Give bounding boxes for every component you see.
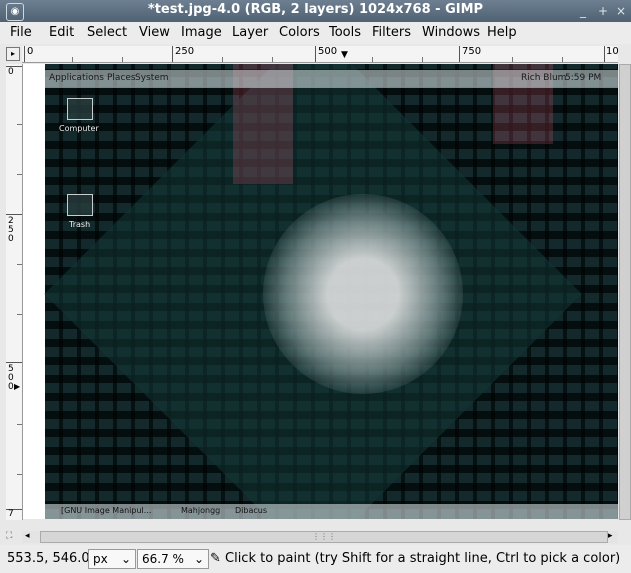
desktop-icon-label: Trash — [69, 220, 91, 229]
menu-windows[interactable]: Windows — [422, 25, 480, 40]
desktop-icon-label: Computer — [59, 124, 99, 133]
ruler-pointer-marker-icon: ▶ — [14, 382, 21, 391]
menu-bar: File Edit Select View Image Layer Colors… — [0, 22, 631, 44]
menu-edit[interactable]: Edit — [49, 25, 74, 40]
desktop-clock: 5:59 PM — [565, 73, 602, 83]
trash-icon — [67, 194, 93, 216]
swirl-center — [263, 194, 463, 394]
taskbar-item: Dibacus — [235, 506, 267, 515]
ruler-minor-tick — [372, 57, 373, 62]
ruler-minor-tick — [512, 57, 513, 62]
ruler-tick — [315, 46, 316, 62]
scroll-right-icon[interactable]: ▸ — [608, 531, 613, 542]
vertical-scrollbar[interactable] — [618, 64, 631, 520]
taskbar-item: [GNU Image Manipul... — [61, 506, 152, 515]
ruler-pointer-marker-icon: ▼ — [341, 50, 348, 60]
ruler-minor-tick — [17, 314, 22, 315]
menu-file[interactable]: File — [10, 25, 32, 40]
ruler-minor-tick — [17, 264, 22, 265]
ruler-minor-tick — [17, 124, 22, 125]
pointer-coordinates: 553.5, 546.0 — [7, 551, 90, 566]
ruler-label: 10 — [606, 46, 619, 57]
close-button[interactable]: × — [613, 3, 629, 19]
status-message: Click to paint (try Shift for a straight… — [225, 551, 621, 566]
quick-mask-toggle-icon[interactable]: ▸ — [6, 47, 20, 61]
ruler-label: 0 — [8, 67, 14, 77]
ruler-label: 250 — [8, 216, 14, 244]
zoom-value: 66.7 % — [142, 552, 184, 566]
desktop-user-name: Rich Blum — [521, 73, 567, 83]
unit-value: px — [93, 552, 108, 566]
ruler-minor-tick — [222, 57, 223, 62]
ruler-tick — [459, 46, 460, 62]
horizontal-ruler[interactable]: 0 250 500 ▼ 750 10 — [22, 46, 619, 63]
vertical-ruler[interactable]: 0 250 500 ▶ 7 — [6, 64, 23, 520]
ruler-label: 0 — [27, 46, 34, 57]
desktop-menu-applications: Applications — [49, 73, 104, 83]
scroll-left-icon[interactable]: ◂ — [25, 531, 30, 542]
menu-image[interactable]: Image — [181, 25, 222, 40]
ruler-minor-tick — [17, 424, 22, 425]
desktop-menu-places: Places — [107, 73, 136, 83]
chevron-down-icon: ⌄ — [193, 552, 204, 566]
menu-help[interactable]: Help — [487, 25, 517, 40]
ruler-minor-tick — [122, 57, 123, 62]
ruler-tick — [6, 362, 22, 363]
ruler-tick — [604, 46, 605, 62]
menu-filters[interactable]: Filters — [372, 25, 411, 40]
desktop-top-panel: Applications Places System Rich Blum 5:5… — [45, 70, 618, 88]
ruler-minor-tick — [422, 57, 423, 62]
paintbrush-icon: ✎ — [210, 551, 221, 566]
chevron-down-icon: ⌄ — [120, 552, 131, 566]
ruler-minor-tick — [17, 174, 22, 175]
unit-select[interactable]: px ⌄ — [88, 549, 136, 569]
maximize-button[interactable]: + — [595, 3, 611, 19]
ruler-label: 250 — [175, 46, 195, 57]
menu-view[interactable]: View — [139, 25, 170, 40]
zoom-select[interactable]: 66.7 % ⌄ — [137, 549, 209, 569]
horizontal-scroll-thumb[interactable]: ⋮⋮⋮ — [40, 531, 608, 543]
menu-tools[interactable]: Tools — [329, 25, 361, 40]
ruler-tick — [24, 46, 25, 62]
menu-colors[interactable]: Colors — [279, 25, 320, 40]
ruler-label: 750 — [462, 46, 482, 57]
vertical-scroll-thumb[interactable] — [619, 64, 631, 520]
desktop-bottom-panel: [GNU Image Manipul... Mahjongg Dibacus — [45, 504, 618, 519]
window-titlebar[interactable]: ◉ *test.jpg-4.0 (RGB, 2 layers) 1024x768… — [0, 0, 631, 22]
menu-layer[interactable]: Layer — [232, 25, 268, 40]
taskbar-item: Mahjongg — [181, 506, 221, 515]
ruler-tick — [6, 214, 22, 215]
status-bar: 553.5, 546.0 px ⌄ 66.7 % ⌄ ✎ Click to pa… — [0, 545, 631, 573]
ruler-label: 7 — [8, 509, 14, 519]
computer-icon — [67, 98, 93, 120]
menu-select[interactable]: Select — [87, 25, 127, 40]
image-canvas[interactable]: Applications Places System Rich Blum 5:5… — [23, 64, 618, 519]
navigate-icon[interactable]: ⛶ — [6, 531, 18, 543]
window-title: *test.jpg-4.0 (RGB, 2 layers) 1024x768 -… — [147, 2, 484, 17]
ruler-minor-tick — [562, 57, 563, 62]
desktop-menu-system: System — [135, 73, 169, 83]
ruler-tick — [172, 46, 173, 62]
horizontal-scrollbar[interactable]: ◂ ⋮⋮⋮ ▸ — [22, 531, 618, 543]
ruler-label: 500 — [318, 46, 338, 57]
minimize-button[interactable]: _ — [575, 3, 591, 19]
ruler-minor-tick — [272, 57, 273, 62]
ruler-minor-tick — [17, 474, 22, 475]
ruler-minor-tick — [72, 57, 73, 62]
